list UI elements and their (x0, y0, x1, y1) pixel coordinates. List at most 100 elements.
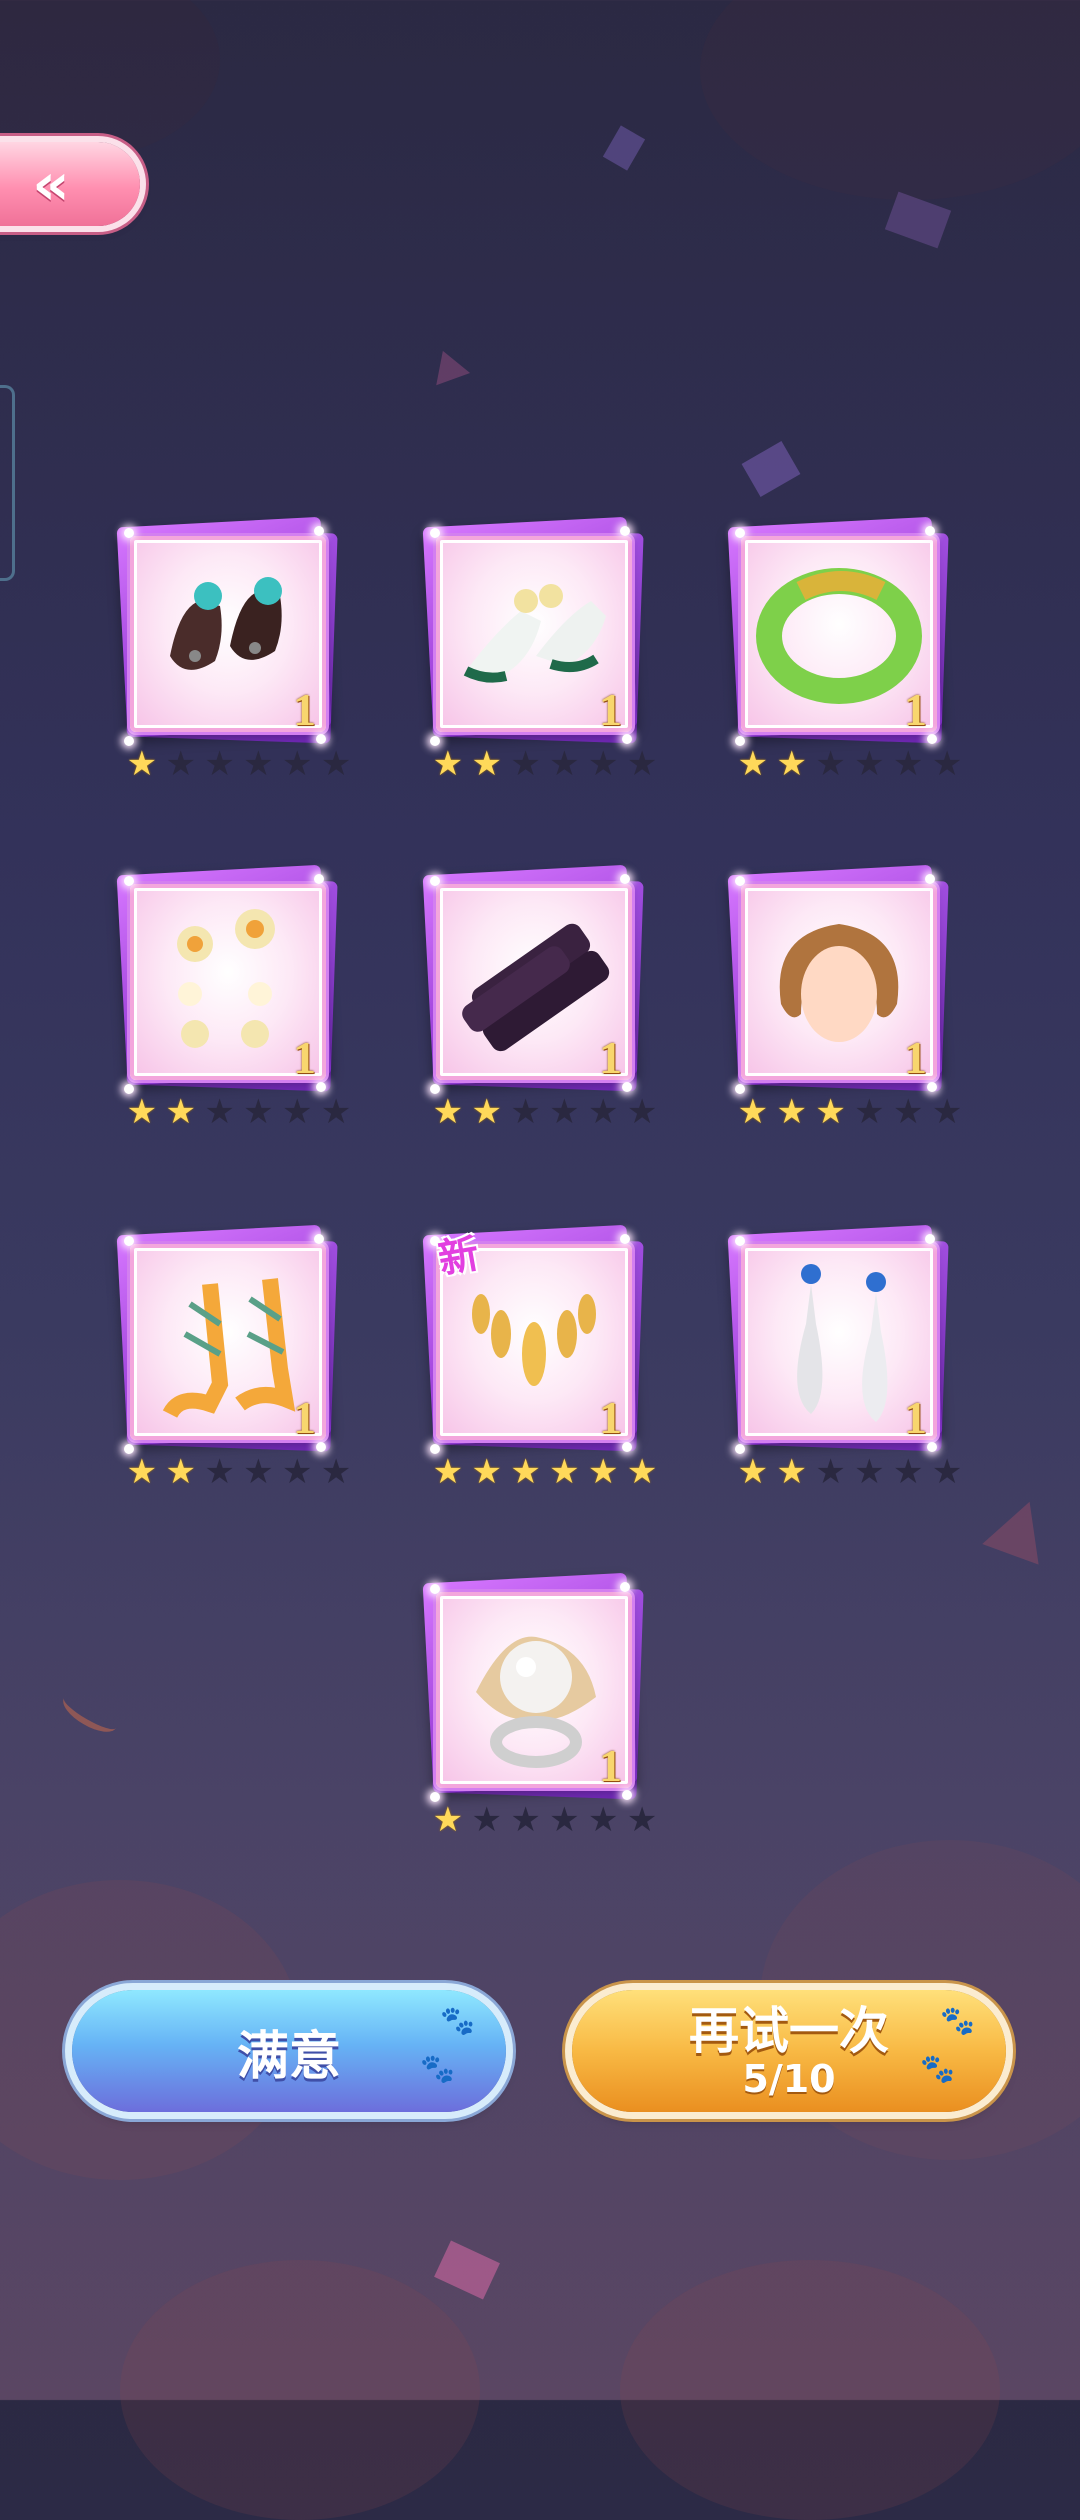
star-empty-icon: ★ (549, 744, 580, 784)
item-quantity: 1 (904, 684, 927, 732)
item-quantity: 1 (904, 1032, 927, 1080)
item-card: 1 (130, 536, 326, 732)
star-empty-icon: ★ (892, 1092, 924, 1132)
item-card: 1 (741, 884, 937, 1080)
star-rating: ★ ★ ★ ★ ★ ★ (124, 1454, 354, 1490)
item-card: 1 (436, 536, 632, 732)
reward-item[interactable]: 1 ★ ★ ★ ★ ★ ★ (116, 1220, 351, 1490)
sparkle-icon (124, 528, 134, 538)
reward-item[interactable]: 1 ★ ★ ★ ★ ★ ★ (422, 1568, 657, 1838)
star-empty-icon: ★ (510, 1800, 541, 1840)
star-empty-icon: ★ (587, 1092, 619, 1132)
sparkle-icon (620, 526, 630, 536)
sparkle-icon (314, 874, 324, 884)
star-filled-icon: ★ (510, 1452, 541, 1492)
sparkle-icon (622, 1790, 632, 1800)
star-filled-icon: ★ (165, 1092, 196, 1132)
item-quantity: 1 (904, 1392, 927, 1440)
star-empty-icon: ★ (549, 1092, 580, 1132)
star-empty-icon: ★ (587, 1800, 619, 1840)
star-filled-icon: ★ (776, 744, 807, 784)
star-empty-icon: ★ (204, 744, 235, 784)
star-empty-icon: ★ (510, 1092, 541, 1132)
star-filled-icon: ★ (126, 1092, 158, 1132)
sparkle-icon (314, 526, 324, 536)
star-filled-icon: ★ (737, 1452, 769, 1492)
star-filled-icon: ★ (126, 1452, 158, 1492)
star-empty-icon: ★ (320, 1452, 352, 1492)
item-card: 1 (741, 1244, 937, 1440)
reward-item[interactable]: 1 ★ ★ ★ ★ ★ ★ (422, 512, 657, 782)
sparkle-icon (316, 1082, 326, 1092)
star-filled-icon: ★ (471, 744, 502, 784)
sparkle-icon (316, 1442, 326, 1452)
star-filled-icon: ★ (471, 1092, 502, 1132)
star-empty-icon: ★ (854, 1452, 885, 1492)
star-filled-icon: ★ (549, 1452, 580, 1492)
star-empty-icon: ★ (320, 1092, 352, 1132)
item-quantity: 1 (293, 684, 316, 732)
star-rating: ★ ★ ★ ★ ★ ★ (735, 746, 965, 782)
star-filled-icon: ★ (432, 744, 464, 784)
sparkle-icon (622, 1442, 632, 1452)
star-empty-icon: ★ (587, 744, 619, 784)
star-rating: ★ ★ ★ ★ ★ ★ (124, 1094, 354, 1130)
sparkle-icon (622, 1082, 632, 1092)
star-empty-icon: ★ (854, 744, 885, 784)
star-empty-icon: ★ (510, 744, 541, 784)
star-filled-icon: ★ (737, 1092, 769, 1132)
star-empty-icon: ★ (243, 744, 274, 784)
star-empty-icon: ★ (471, 1800, 502, 1840)
star-empty-icon: ★ (320, 744, 352, 784)
retry-button-label: 再试一次 (689, 2002, 889, 2060)
reward-item[interactable]: 1 ★ ★ ★ ★ ★ ★ (727, 512, 962, 782)
star-filled-icon: ★ (626, 1452, 658, 1492)
star-filled-icon: ★ (587, 1452, 619, 1492)
star-empty-icon: ★ (931, 1092, 963, 1132)
star-rating: ★ ★ ★ ★ ★ ★ (430, 746, 660, 782)
item-card: 1 (741, 536, 937, 732)
sparkle-icon (735, 1236, 745, 1246)
sparkle-icon (622, 734, 632, 744)
reward-item[interactable]: 1 ★ ★ ★ ★ ★ ★ (727, 1220, 962, 1490)
star-empty-icon: ★ (281, 744, 313, 784)
item-card: 1 (130, 1244, 326, 1440)
star-filled-icon: ★ (432, 1800, 464, 1840)
star-filled-icon: ★ (432, 1092, 464, 1132)
sparkle-icon (925, 1234, 935, 1244)
satisfied-button[interactable]: 满意 🐾 🐾 (72, 1990, 506, 2112)
star-empty-icon: ★ (815, 1452, 846, 1492)
star-rating: ★ ★ ★ ★ ★ ★ (735, 1454, 965, 1490)
reward-item[interactable]: 1 ★ ★ ★ ★ ★ ★ (727, 860, 962, 1130)
reward-item[interactable]: 1 ★ ★ ★ ★ ★ ★ (422, 860, 657, 1130)
star-empty-icon: ★ (243, 1452, 274, 1492)
sparkle-icon (927, 1082, 937, 1092)
item-quantity: 1 (599, 1392, 622, 1440)
item-card: 1 (436, 884, 632, 1080)
star-rating: ★ ★ ★ ★ ★ ★ (430, 1094, 660, 1130)
star-empty-icon: ★ (281, 1092, 313, 1132)
sparkle-icon (430, 876, 440, 886)
reward-item[interactable]: 1 新 ★ ★ ★ ★ ★ ★ (422, 1220, 657, 1490)
item-quantity: 1 (599, 684, 622, 732)
sparkle-icon (927, 734, 937, 744)
paw-prints-icon: 🐾 🐾 (420, 2004, 475, 2085)
sparkle-icon (735, 876, 745, 886)
sparkle-icon (430, 528, 440, 538)
reward-item[interactable]: 1 ★ ★ ★ ★ ★ ★ (116, 860, 351, 1130)
sparkle-icon (620, 874, 630, 884)
sparkle-icon (430, 1584, 440, 1594)
retry-count: 5/10 (742, 2057, 836, 2101)
star-filled-icon: ★ (737, 744, 769, 784)
item-quantity: 1 (599, 1032, 622, 1080)
retry-button[interactable]: 再试一次 5/10 🐾 🐾 (572, 1990, 1006, 2112)
star-empty-icon: ★ (892, 744, 924, 784)
item-card: 1 (130, 884, 326, 1080)
star-filled-icon: ★ (126, 744, 158, 784)
reward-item[interactable]: 1 ★ ★ ★ ★ ★ ★ (116, 512, 351, 782)
new-badge: 新 (435, 1230, 483, 1284)
paw-prints-icon: 🐾 🐾 (920, 2004, 975, 2085)
sparkle-icon (124, 1236, 134, 1246)
star-empty-icon: ★ (892, 1452, 924, 1492)
star-filled-icon: ★ (815, 1092, 846, 1132)
